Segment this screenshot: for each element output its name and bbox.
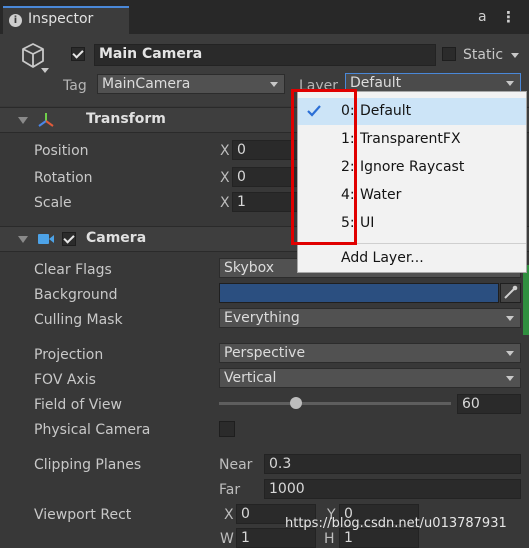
layer-menu-name: Ignore Raycast [360, 159, 465, 175]
tag-value: MainCamera [102, 76, 191, 92]
icon-dropdown-arrow[interactable] [41, 68, 49, 73]
add-layer-label: Add Layer... [341, 250, 424, 266]
rotation-label: Rotation [34, 170, 93, 186]
viewport-h-value: 1 [344, 530, 353, 546]
projection-label: Projection [34, 347, 104, 363]
camera-foldout-icon [18, 236, 28, 243]
tag-caret-icon [270, 82, 278, 87]
fov-slider-track[interactable] [219, 402, 451, 405]
far-field[interactable]: 1000 [264, 479, 521, 499]
layer-value: Default [350, 75, 402, 91]
transform-foldout-icon [18, 117, 28, 124]
gameobject-cube-icon [22, 43, 44, 68]
clear-flags-value: Skybox [224, 260, 275, 276]
static-label: Static [463, 47, 504, 63]
static-checkbox[interactable] [442, 47, 456, 61]
culling-mask-dropdown[interactable]: Everything [219, 308, 521, 328]
near-label: Near [219, 457, 253, 473]
inspector-tab[interactable]: i Inspector [3, 6, 129, 34]
static-dropdown-arrow[interactable] [511, 53, 519, 58]
tag-dropdown[interactable]: MainCamera [97, 74, 285, 94]
physical-camera-label: Physical Camera [34, 422, 151, 438]
inspector-tab-label: Inspector [28, 11, 94, 27]
camera-enabled-checkbox[interactable] [62, 232, 76, 246]
fov-value: 60 [462, 396, 480, 412]
camera-icon [38, 234, 54, 244]
position-x-value: 0 [237, 142, 246, 158]
info-icon: i [9, 14, 22, 27]
projection-value: Perspective [224, 345, 306, 361]
far-label: Far [219, 482, 241, 498]
field-of-view-label: Field of View [34, 397, 122, 413]
more-menu-icon[interactable]: ⋮ [501, 8, 516, 26]
near-value: 0.3 [269, 456, 292, 472]
far-value: 1000 [269, 481, 305, 497]
object-name-field[interactable]: Main Camera [94, 44, 436, 66]
object-active-checkbox[interactable] [71, 47, 85, 61]
tag-label: Tag [63, 78, 87, 94]
scrollbar[interactable] [523, 265, 529, 335]
viewport-x-label: X [224, 507, 234, 523]
layer-menu-name: Default [360, 103, 412, 119]
transform-title: Transform [86, 111, 166, 127]
viewport-w-label: W [220, 531, 234, 547]
viewport-x-value: 0 [241, 506, 250, 522]
rotation-x-value: 0 [237, 169, 246, 185]
viewport-rect-label: Viewport Rect [34, 507, 132, 523]
culling-mask-label: Culling Mask [34, 312, 123, 328]
layer-menu-name: TransparentFX [360, 131, 461, 147]
watermark-text: https://blog.csdn.net/u013787931 [285, 516, 507, 531]
physical-camera-checkbox[interactable] [219, 421, 235, 437]
layer-caret-icon [506, 81, 514, 86]
culling-mask-value: Everything [224, 310, 300, 326]
fov-axis-dropdown[interactable]: Vertical [219, 368, 521, 388]
viewport-w-value: 1 [241, 530, 250, 546]
fov-value-field[interactable]: 60 [457, 394, 521, 414]
fov-axis-label: FOV Axis [34, 372, 96, 388]
clipping-planes-label: Clipping Planes [34, 457, 142, 473]
viewport-h-field[interactable]: 1 [339, 528, 419, 548]
add-layer-menu-item[interactable]: Add Layer... [298, 245, 526, 272]
transform-icon [38, 113, 54, 127]
projection-dropdown[interactable]: Perspective [219, 343, 521, 363]
eyedropper-button[interactable] [500, 283, 521, 303]
clear-flags-label: Clear Flags [34, 262, 112, 278]
lock-icon[interactable]: a [478, 9, 487, 25]
eyedropper-icon [504, 285, 518, 299]
culling-mask-caret-icon [506, 316, 514, 321]
viewport-w-field[interactable]: 1 [236, 528, 316, 548]
position-x-label: X [220, 143, 230, 159]
layer-menu-name: UI [360, 215, 375, 231]
position-label: Position [34, 143, 89, 159]
viewport-h-label: H [324, 531, 335, 547]
rotation-x-label: X [220, 170, 230, 186]
near-field[interactable]: 0.3 [264, 454, 521, 474]
scale-x-label: X [220, 195, 230, 211]
fov-axis-value: Vertical [224, 370, 277, 386]
object-name-text: Main Camera [99, 46, 203, 62]
camera-title: Camera [86, 230, 147, 246]
background-color-field[interactable] [219, 283, 499, 303]
fov-axis-caret-icon [506, 376, 514, 381]
highlight-annotation-box [291, 89, 357, 245]
fov-slider-knob[interactable] [289, 397, 302, 409]
background-label: Background [34, 287, 118, 303]
projection-caret-icon [506, 351, 514, 356]
scale-label: Scale [34, 195, 72, 211]
layer-menu-name: Water [360, 187, 402, 203]
scale-x-value: 1 [237, 194, 246, 210]
